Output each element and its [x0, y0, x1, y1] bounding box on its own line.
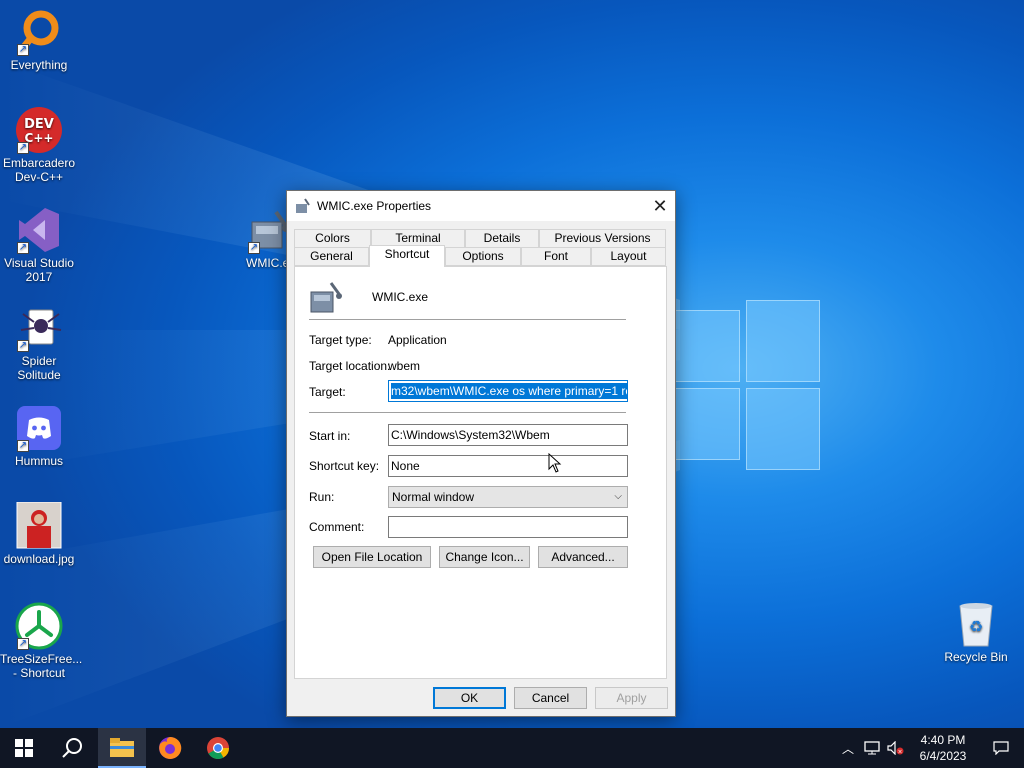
start-in-label: Start in: [309, 429, 351, 443]
desktop-icon-label: Spider Solitude [17, 354, 61, 382]
image-thumbnail-icon [15, 501, 63, 550]
firefox-icon [159, 736, 182, 759]
tab-strip: Colors Terminal Details Previous Version… [294, 229, 666, 267]
shortcut-key-label: Shortcut key: [309, 459, 380, 473]
windows-logo-wallpaper [670, 300, 820, 470]
svg-text:DEV: DEV [24, 117, 54, 132]
target-location-value: wbem [388, 359, 421, 373]
desktop-icon-download-jpg[interactable]: download.jpg [0, 501, 78, 566]
chrome-icon [207, 737, 229, 759]
desktop-icon-label: Hummus [14, 454, 63, 468]
desktop-icon-label: TreeSizeFree... - Shortcut [0, 652, 83, 680]
target-type-value: Application [388, 333, 447, 347]
start-button[interactable] [0, 728, 48, 768]
mouse-cursor-icon [548, 453, 562, 473]
svg-text:×: × [897, 749, 902, 756]
dialog-titlebar[interactable]: WMIC.exe Properties ✕ [287, 191, 675, 221]
everything-icon: ↗ [15, 8, 63, 56]
windows-start-icon [15, 739, 33, 757]
discord-icon: ↗ [15, 404, 63, 452]
app-icon [309, 280, 343, 317]
advanced-button[interactable]: Advanced... [538, 546, 628, 568]
cancel-button[interactable]: Cancel [514, 687, 587, 709]
change-icon-button[interactable]: Change Icon... [439, 546, 530, 568]
devcpp-icon: DEV C++ ↗ [15, 106, 63, 154]
desktop-icon-label: Embarcadero Dev-C++ [2, 156, 76, 184]
tab-details[interactable]: Details [465, 229, 539, 248]
desktop-icon-devcpp[interactable]: DEV C++ ↗ Embarcadero Dev-C++ [0, 106, 78, 184]
search-icon [62, 738, 82, 758]
desktop-icon-label: Recycle Bin [944, 650, 1008, 664]
desktop-icon-spider-solitude[interactable]: ↗ Spider Solitude [0, 304, 78, 382]
shortcut-arrow-icon: ↗ [17, 242, 29, 254]
wmic-title-icon [295, 198, 311, 214]
system-tray: ︿ × 4:40 PM 6/4/2023 [836, 728, 1024, 768]
open-file-location-button[interactable]: Open File Location [313, 546, 431, 568]
taskbar-file-explorer[interactable] [98, 728, 146, 768]
target-label: Target: [309, 385, 346, 399]
tab-general[interactable]: General [294, 247, 369, 266]
shortcut-panel: WMIC.exe Target type: Application Target… [294, 266, 667, 679]
taskbar-chrome[interactable] [194, 728, 242, 768]
shortcut-arrow-icon: ↗ [248, 242, 260, 254]
treesize-icon: ↗ [15, 602, 63, 650]
desktop-icon-visual-studio[interactable]: ↗ Visual Studio 2017 [0, 206, 78, 284]
network-icon[interactable] [860, 728, 884, 768]
run-select[interactable]: Normal window ⌵ [388, 486, 628, 508]
taskbar-firefox[interactable] [146, 728, 194, 768]
chevron-down-icon: ⌵ [614, 491, 622, 502]
shortcut-arrow-icon: ↗ [17, 44, 29, 56]
comment-label: Comment: [309, 520, 365, 534]
apply-button[interactable]: Apply [595, 687, 668, 709]
tab-font[interactable]: Font [521, 247, 591, 266]
comment-input[interactable] [388, 516, 628, 538]
desktop-icon-hummus[interactable]: ↗ Hummus [0, 404, 78, 468]
svg-text:♻: ♻ [969, 617, 983, 636]
tab-options[interactable]: Options [445, 247, 521, 266]
run-select-value: Normal window [392, 490, 475, 504]
start-in-input[interactable]: C:\Windows\System32\Wbem [388, 424, 628, 446]
target-input[interactable]: m32\wbem\WMIC.exe os where primary=1 reb… [388, 380, 628, 402]
search-button[interactable] [48, 728, 96, 768]
tab-layout[interactable]: Layout [591, 247, 666, 266]
shortcut-arrow-icon: ↗ [17, 638, 29, 650]
visual-studio-icon: ↗ [15, 206, 63, 254]
clock-time: 4:40 PM [920, 733, 966, 747]
taskbar: ︿ × 4:40 PM 6/4/2023 [0, 728, 1024, 768]
shortcut-arrow-icon: ↗ [17, 142, 29, 154]
app-name: WMIC.exe [372, 290, 429, 304]
chevron-up-icon[interactable]: ︿ [836, 728, 860, 768]
tab-previous-versions[interactable]: Previous Versions [539, 229, 666, 248]
desktop-icon-label: WMIC.e [246, 256, 290, 270]
ok-button[interactable]: OK [433, 687, 506, 709]
clock-date: 6/4/2023 [919, 749, 967, 763]
separator [309, 412, 626, 413]
clock[interactable]: 4:40 PM 6/4/2023 [908, 732, 978, 764]
shortcut-key-input[interactable]: None [388, 455, 628, 477]
desktop-icon-treesize[interactable]: ↗ TreeSizeFree... - Shortcut [0, 602, 82, 680]
volume-muted-icon[interactable]: × [884, 728, 908, 768]
desktop-icon-label: Visual Studio 2017 [4, 256, 74, 284]
target-location-label: Target location: [309, 359, 391, 373]
action-center-icon[interactable] [978, 728, 1024, 768]
desktop-icon-label: download.jpg [3, 552, 75, 566]
desktop-icon-recycle-bin[interactable]: ♻ Recycle Bin [936, 600, 1016, 664]
shortcut-arrow-icon: ↗ [17, 340, 29, 352]
desktop-icon-label: Everything [10, 58, 68, 72]
target-input-text: m32\wbem\WMIC.exe os where primary=1 reb… [391, 383, 627, 399]
dialog-title: WMIC.exe Properties [317, 199, 432, 213]
tab-colors[interactable]: Colors [294, 229, 371, 248]
folder-icon [110, 738, 134, 757]
shortcut-arrow-icon: ↗ [17, 440, 29, 452]
separator [309, 319, 626, 320]
run-label: Run: [309, 490, 335, 504]
recycle-bin-icon: ♻ [952, 600, 1000, 648]
desktop-icon-everything[interactable]: ↗ Everything [0, 8, 78, 72]
spider-icon: ↗ [15, 304, 63, 352]
tab-shortcut[interactable]: Shortcut [369, 245, 445, 267]
target-type-label: Target type: [309, 333, 372, 347]
properties-dialog: WMIC.exe Properties ✕ Colors Terminal De… [286, 190, 676, 717]
close-icon[interactable]: ✕ [645, 191, 675, 221]
